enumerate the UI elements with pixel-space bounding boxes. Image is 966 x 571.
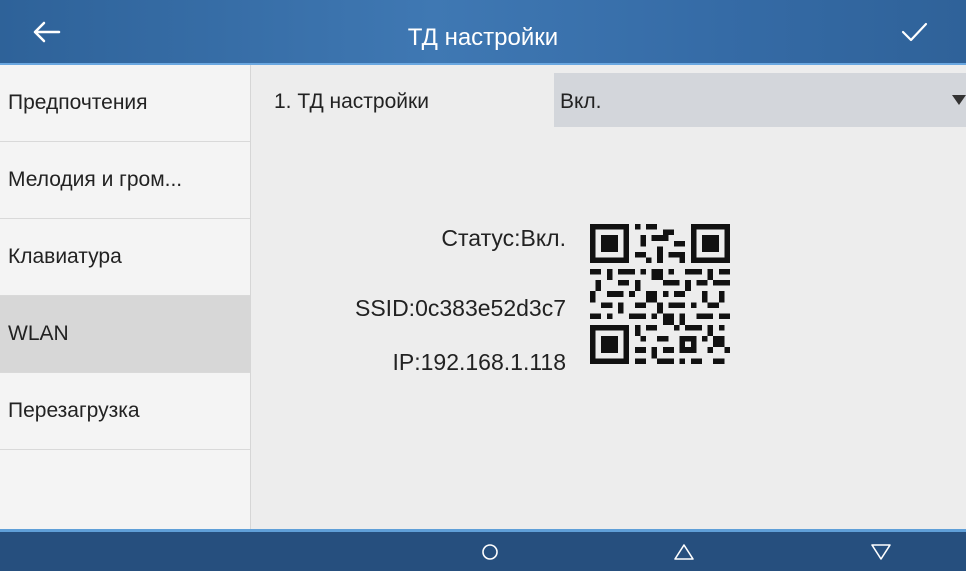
triangle-down-button[interactable] (861, 534, 901, 570)
system-nav-bar (0, 529, 966, 571)
circle-icon (482, 544, 498, 560)
triangle-up-button[interactable] (664, 534, 704, 570)
ssid-text: SSID:0c383e52d3c7 (355, 295, 566, 321)
sidebar-item-label: WLAN (8, 322, 69, 345)
confirm-button[interactable] (892, 14, 936, 50)
sidebar-item-label: Мелодия и гром... (8, 168, 183, 191)
home-button[interactable] (470, 534, 510, 570)
ap-settings-value: Вкл. (560, 90, 602, 113)
ip-text: IP:192.168.1.118 (392, 349, 567, 375)
qr-code-icon (590, 224, 730, 364)
sidebar-item-preferences[interactable]: Предпочтения (0, 65, 250, 142)
ap-settings-label: 1. ТД настройки (274, 90, 429, 113)
page-title: ТД настройки (407, 24, 559, 51)
dropdown-arrow-icon (952, 95, 966, 105)
sidebar: Предпочтения Мелодия и гром... Клавиатур… (0, 65, 251, 529)
sidebar-item-label: Клавиатура (8, 245, 122, 268)
triangle-up-icon (674, 544, 694, 560)
sidebar-item-label: Перезагрузка (8, 399, 140, 422)
title-bar: ТД настройки (0, 0, 966, 65)
check-icon (901, 22, 928, 42)
ap-settings-row: 1. ТД настройки Вкл. (252, 73, 966, 127)
main-panel: 1. ТД настройки Вкл. Статус:Вкл. SSID:0c… (252, 65, 966, 529)
sidebar-item-reboot[interactable]: Перезагрузка (0, 373, 250, 450)
sidebar-item-wlan[interactable]: WLAN (0, 296, 250, 373)
sidebar-item-keyboard[interactable]: Клавиатура (0, 219, 250, 296)
triangle-down-icon (871, 544, 891, 560)
sidebar-item-ringtone-volume[interactable]: Мелодия и гром... (0, 142, 250, 219)
sidebar-item-label: Предпочтения (8, 91, 148, 114)
status-text: Статус:Вкл. (441, 225, 566, 251)
ap-settings-dropdown[interactable]: Вкл. (554, 73, 966, 127)
